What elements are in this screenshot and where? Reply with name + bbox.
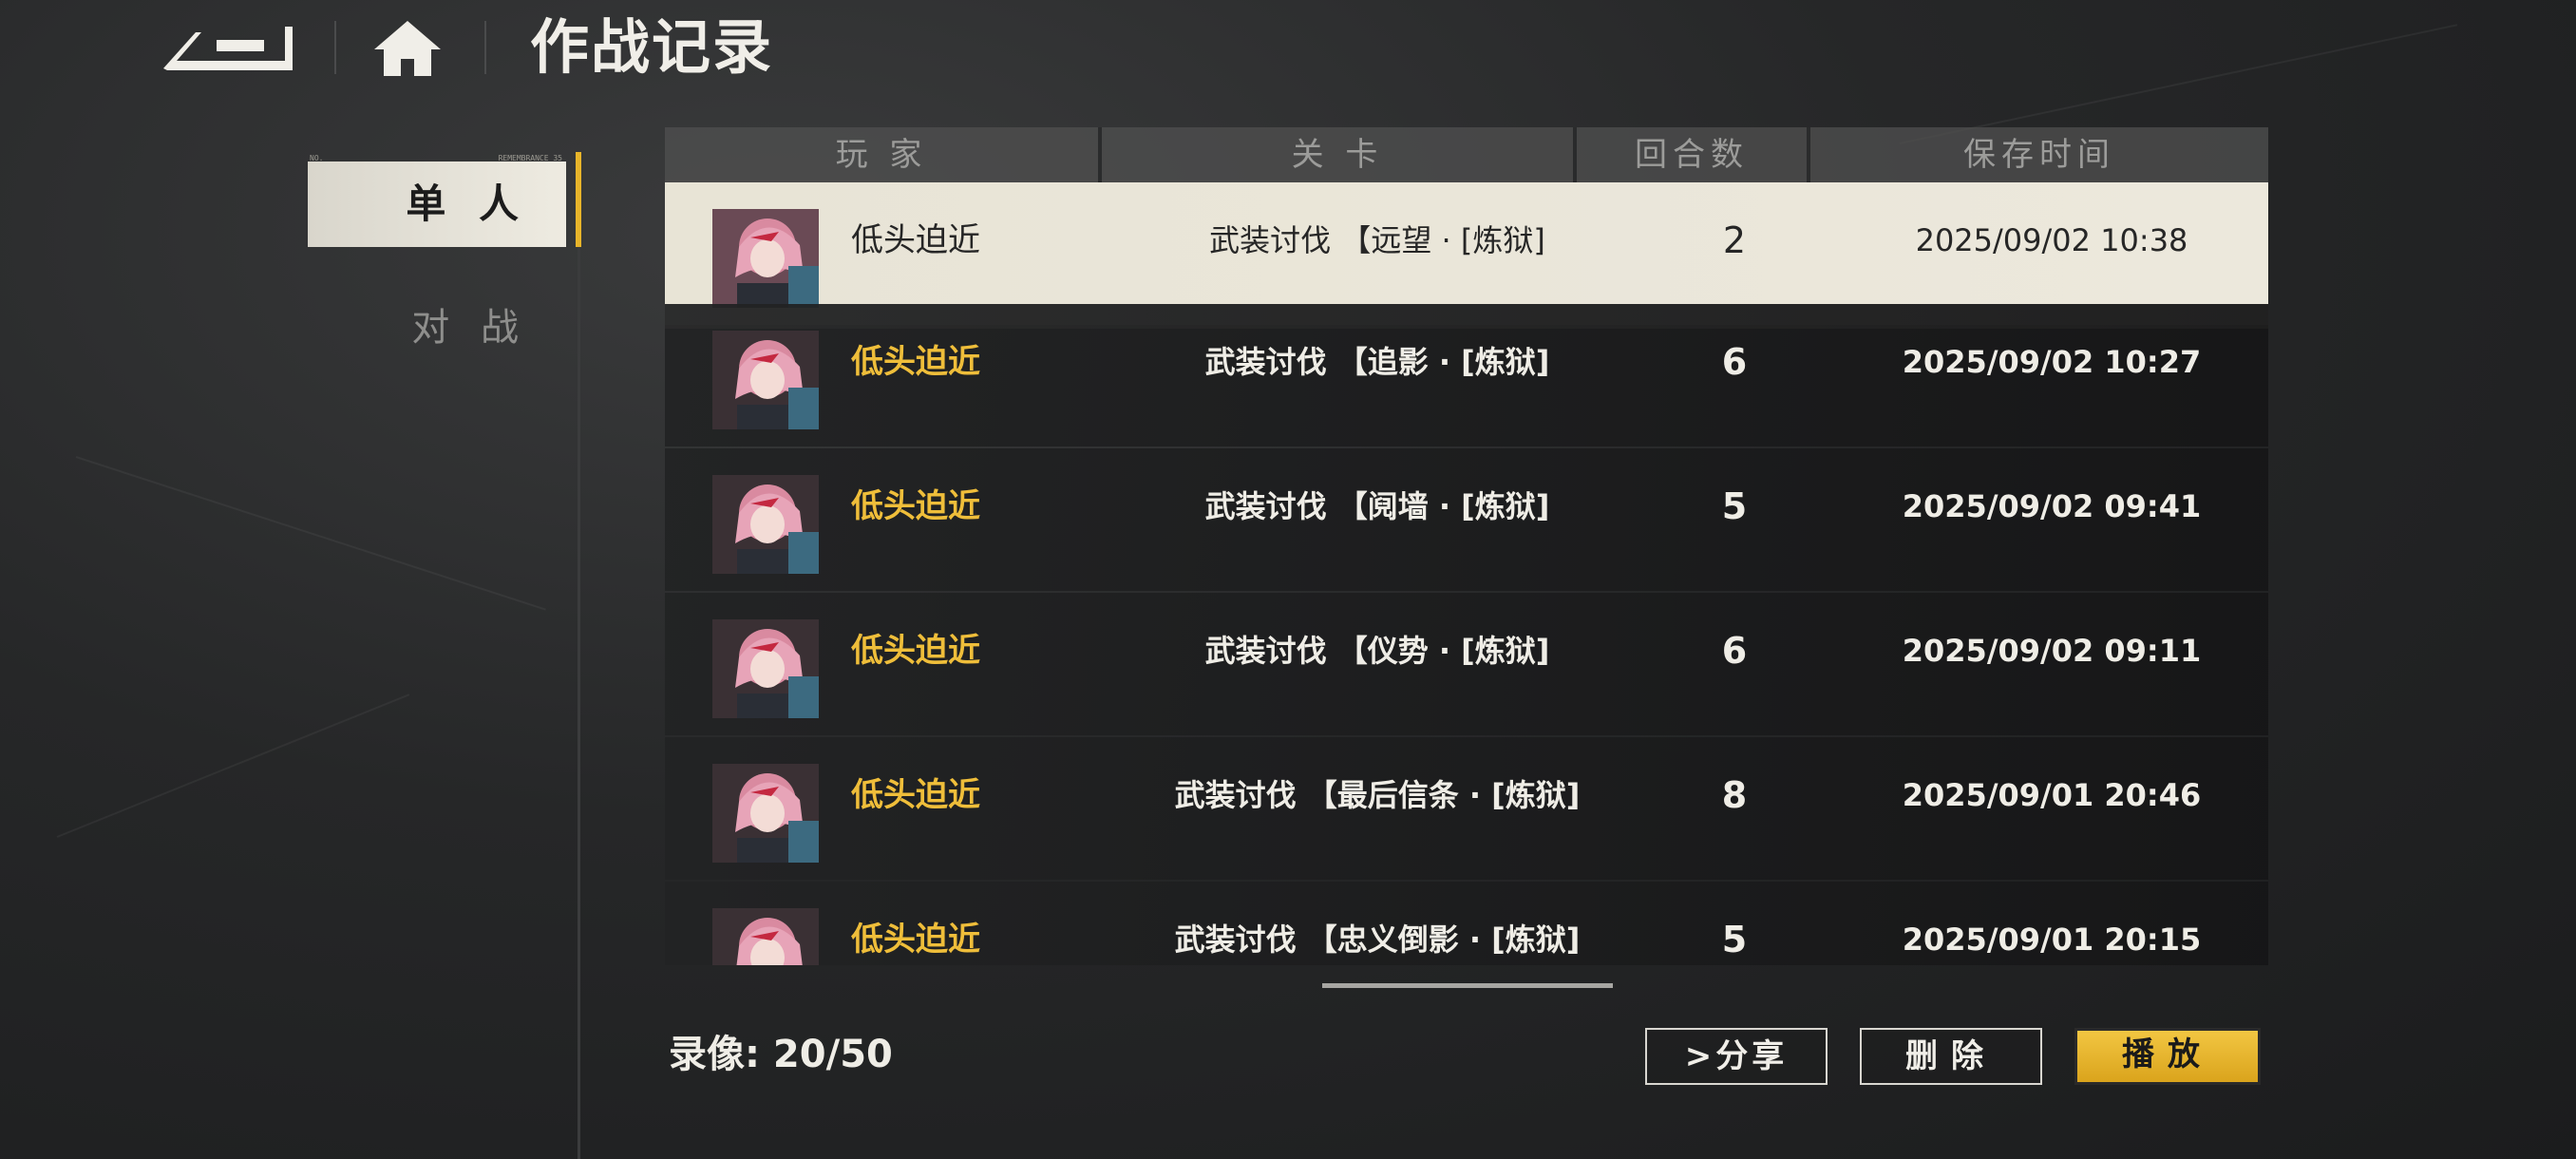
home-icon <box>374 21 441 76</box>
record-count: 录像: 20/50 <box>669 1033 893 1076</box>
save-time: 2025/09/01 20:15 <box>1902 922 2202 958</box>
tab-battle-label: 对 战 <box>411 306 528 350</box>
stage-name: 武装讨伐 【忠义倒影 · [炼狱] <box>1174 922 1581 958</box>
back-arrow-icon <box>163 27 293 70</box>
turn-count: 6 <box>1721 341 1748 383</box>
decorative-label: NO. <box>310 154 324 162</box>
table-row[interactable]: 低头迫近 武装讨伐 【追影 · [炼狱] 6 2025/09/02 10:27 <box>665 304 2268 446</box>
table-row[interactable]: 低头迫近 武装讨伐 【最后信条 · [炼狱] 8 2025/09/01 20:4… <box>665 737 2268 880</box>
tab-single[interactable]: NO. REMEMBRANCE 35 单 人 <box>308 154 566 247</box>
column-header-turns: 回合数 <box>1577 127 1810 182</box>
divider <box>484 21 486 74</box>
play-button[interactable]: 播放 <box>2074 1028 2261 1085</box>
delete-button[interactable]: 删除 <box>1860 1028 2042 1085</box>
share-button[interactable]: >分享 <box>1645 1028 1828 1085</box>
player-avatar <box>712 619 819 718</box>
home-button[interactable] <box>372 17 443 78</box>
active-tab-indicator <box>576 152 581 247</box>
tab-single-label: 单 人 <box>406 180 528 227</box>
save-time: 2025/09/02 09:41 <box>1902 488 2202 524</box>
tab-battle[interactable]: 对 战 <box>308 294 566 361</box>
turn-count: 8 <box>1721 774 1748 816</box>
player-avatar <box>712 331 819 429</box>
save-time: 2025/09/02 10:38 <box>1915 222 2188 258</box>
player-avatar <box>712 764 819 863</box>
player-avatar <box>712 209 819 308</box>
page-title: 作战记录 <box>530 12 774 82</box>
stage-name: 武装讨伐 【仪势 · [炼狱] <box>1204 633 1550 669</box>
turn-count: 5 <box>1721 485 1748 527</box>
stage-name: 武装讨伐 【追影 · [炼狱] <box>1204 344 1550 380</box>
scroll-indicator[interactable] <box>1322 983 1613 988</box>
save-time: 2025/09/02 10:27 <box>1902 344 2202 380</box>
player-name: 低头迫近 <box>851 343 980 381</box>
column-header-stage: 关 卡 <box>1102 127 1577 182</box>
player-name: 低头迫近 <box>851 487 980 525</box>
back-button[interactable] <box>160 19 294 76</box>
player-avatar <box>712 908 819 965</box>
player-name: 低头迫近 <box>851 221 980 259</box>
table-body[interactable]: 低头迫近 武装讨伐 【远望 · [炼狱] 2 2025/09/02 10:38 … <box>665 182 2268 965</box>
table-row[interactable]: 低头迫近 武装讨伐 【忠义倒影 · [炼狱] 5 2025/09/01 20:1… <box>665 882 2268 965</box>
top-bar: 作战记录 <box>0 0 2576 104</box>
turn-count: 5 <box>1721 919 1748 960</box>
player-name: 低头迫近 <box>851 776 980 814</box>
stage-name: 武装讨伐 【远望 · [炼狱] <box>1209 222 1545 258</box>
turn-count: 2 <box>1722 219 1747 261</box>
table-row[interactable]: 低头迫近 武装讨伐 【仪势 · [炼狱] 6 2025/09/02 09:11 <box>665 593 2268 735</box>
turn-count: 6 <box>1721 630 1748 672</box>
stage-name: 武装讨伐 【最后信条 · [炼狱] <box>1174 777 1581 813</box>
save-time: 2025/09/02 09:11 <box>1902 633 2202 669</box>
decorative-label: REMEMBRANCE 35 <box>498 154 562 162</box>
table-row[interactable]: 低头迫近 武装讨伐 【阋墙 · [炼狱] 5 2025/09/02 09:41 <box>665 448 2268 591</box>
player-avatar <box>712 475 819 574</box>
table-header: 玩 家 关 卡 回合数 保存时间 <box>665 127 2268 182</box>
player-name: 低头迫近 <box>851 632 980 670</box>
stage-name: 武装讨伐 【阋墙 · [炼狱] <box>1204 488 1550 524</box>
divider <box>334 21 336 74</box>
replay-table: 玩 家 关 卡 回合数 保存时间 低头迫近 武装讨伐 【远望 · [炼狱] 2 … <box>665 127 2268 965</box>
column-header-player: 玩 家 <box>665 127 1102 182</box>
column-header-time: 保存时间 <box>1810 127 2268 182</box>
player-name: 低头迫近 <box>851 921 980 959</box>
side-nav-divider <box>578 152 580 1159</box>
save-time: 2025/09/01 20:46 <box>1902 777 2202 813</box>
